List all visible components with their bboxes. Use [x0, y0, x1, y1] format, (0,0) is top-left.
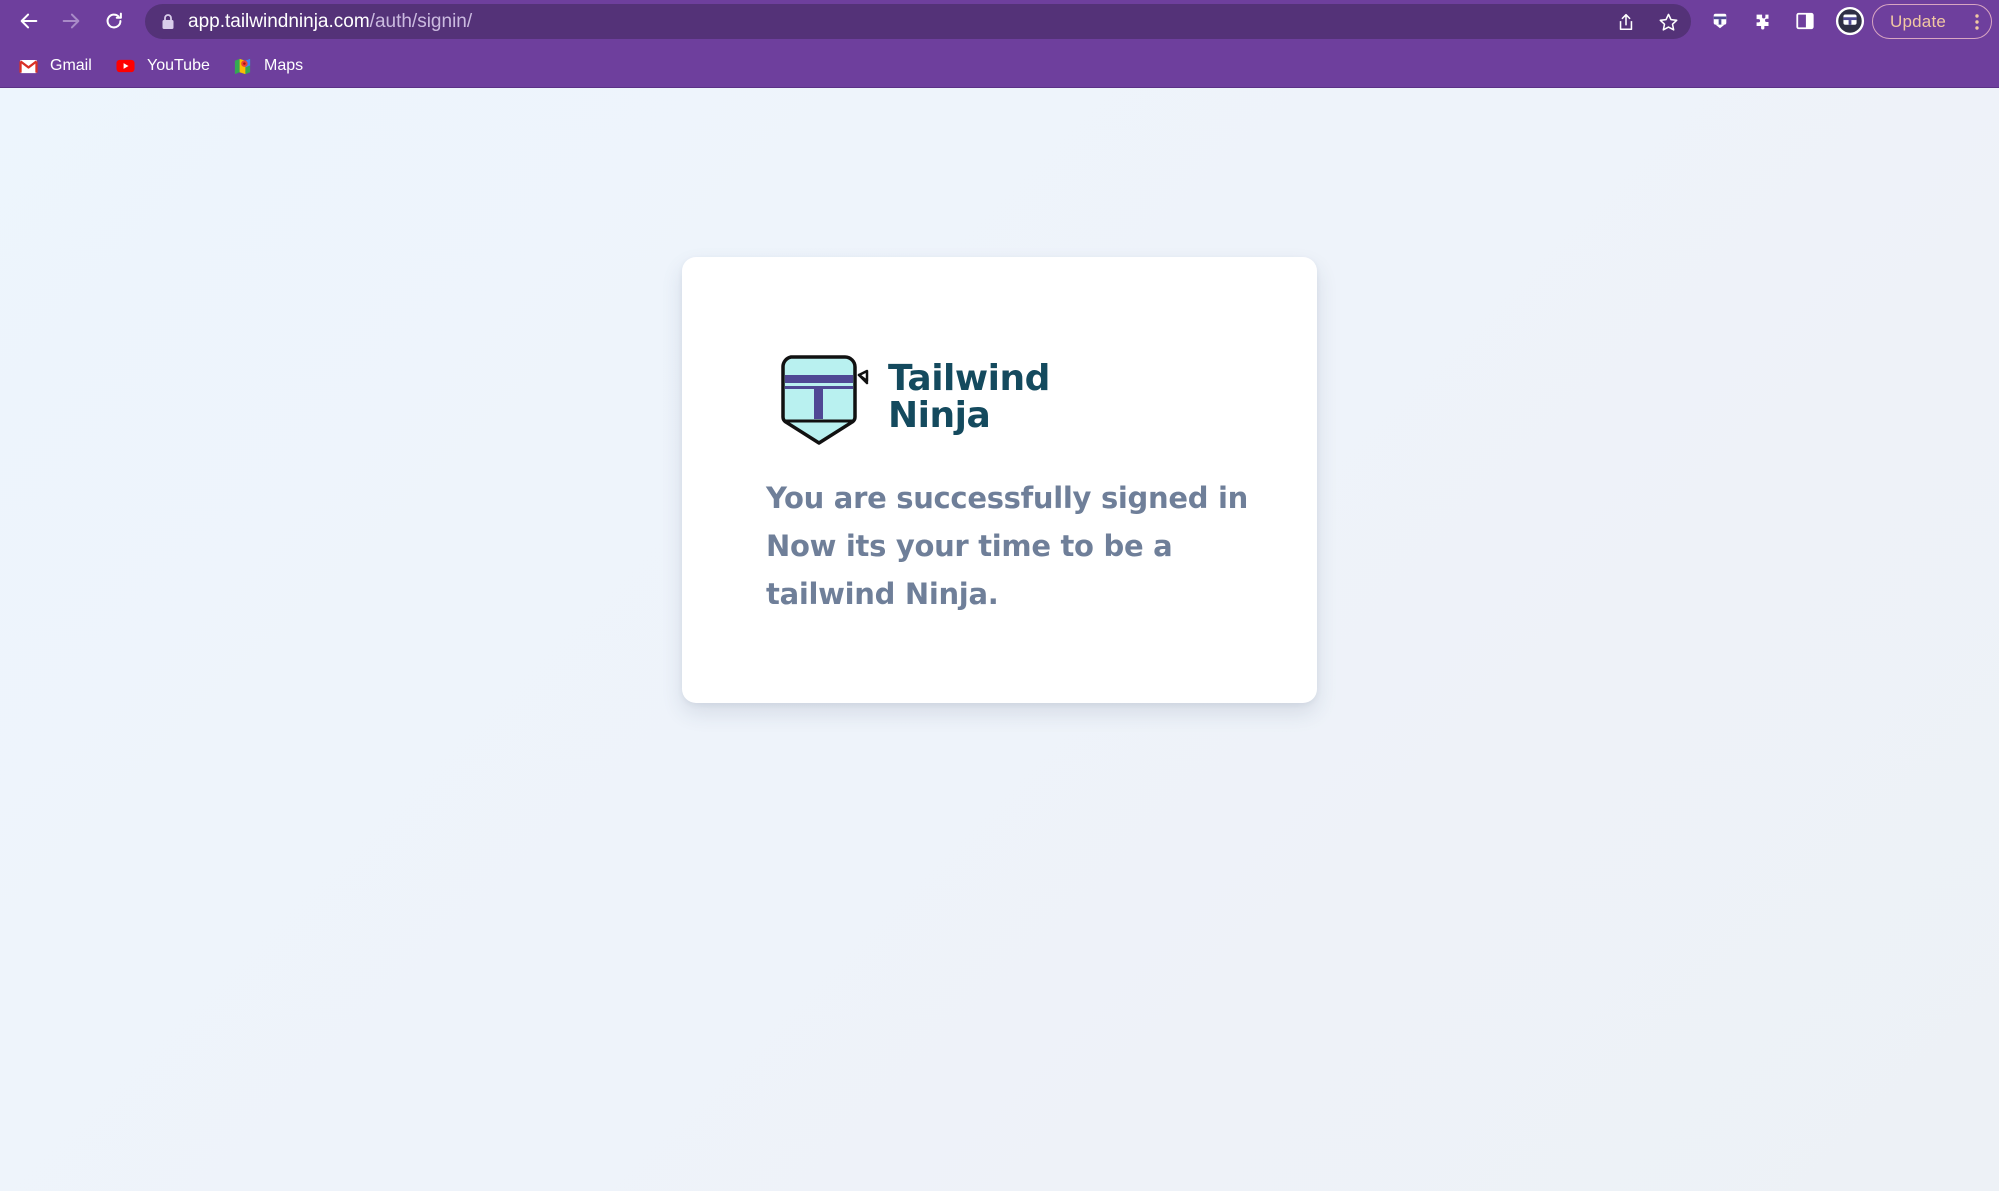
- forward-button[interactable]: [56, 6, 86, 36]
- url-host: app.tailwindninja.com: [188, 11, 370, 32]
- bookmark-star-icon[interactable]: [1657, 11, 1679, 33]
- bookmark-maps[interactable]: Maps: [232, 55, 303, 77]
- bookmark-label: YouTube: [147, 57, 210, 74]
- side-panel-icon[interactable]: [1792, 8, 1818, 34]
- update-label: Update: [1890, 11, 1947, 31]
- browser-toolbar: app.tailwindninja.com/auth/signin/ Updat…: [0, 0, 1999, 43]
- extension-ninja-icon[interactable]: [1707, 8, 1733, 34]
- profile-avatar[interactable]: [1834, 5, 1866, 37]
- update-button[interactable]: Update: [1872, 4, 1992, 39]
- back-button[interactable]: [14, 6, 44, 36]
- bookmark-label: Gmail: [50, 57, 92, 74]
- profile-avatar-icon: [1835, 6, 1865, 36]
- tailwind-ninja-logo-icon: [781, 355, 869, 445]
- lock-icon: [162, 14, 174, 29]
- reload-icon: [106, 12, 122, 29]
- address-bar[interactable]: app.tailwindninja.com/auth/signin/: [145, 4, 1691, 39]
- brand-line2: Ninja: [888, 395, 991, 436]
- message-line: Now its your time to be a: [766, 529, 1173, 563]
- message-line: tailwind Ninja.: [766, 577, 999, 611]
- message-line: You are successfully signed in: [766, 481, 1248, 515]
- arrow-right-icon: [62, 13, 80, 29]
- youtube-icon: [115, 56, 135, 76]
- brand-name: Tailwind Ninja: [888, 360, 1050, 434]
- signin-success-card: Tailwind Ninja You are successfully sign…: [682, 257, 1317, 703]
- url-path: /auth/signin/: [369, 11, 473, 32]
- bookmark-youtube[interactable]: YouTube: [115, 55, 210, 77]
- success-message: You are successfully signed in Now its y…: [766, 474, 1286, 618]
- arrow-left-icon: [20, 13, 38, 29]
- bookmark-gmail[interactable]: Gmail: [18, 55, 92, 77]
- brand-line1: Tailwind: [888, 358, 1050, 399]
- gmail-icon: [18, 56, 38, 76]
- reload-button[interactable]: [99, 6, 129, 36]
- bookmarks-bar: Gmail YouTube Maps: [0, 43, 1999, 88]
- bookmark-label: Maps: [264, 57, 304, 74]
- extensions-puzzle-icon[interactable]: [1750, 8, 1776, 34]
- share-icon[interactable]: [1615, 11, 1637, 33]
- url-text: app.tailwindninja.com/auth/signin/: [188, 12, 472, 32]
- maps-icon: [232, 56, 252, 76]
- more-menu-icon: [1975, 14, 1979, 30]
